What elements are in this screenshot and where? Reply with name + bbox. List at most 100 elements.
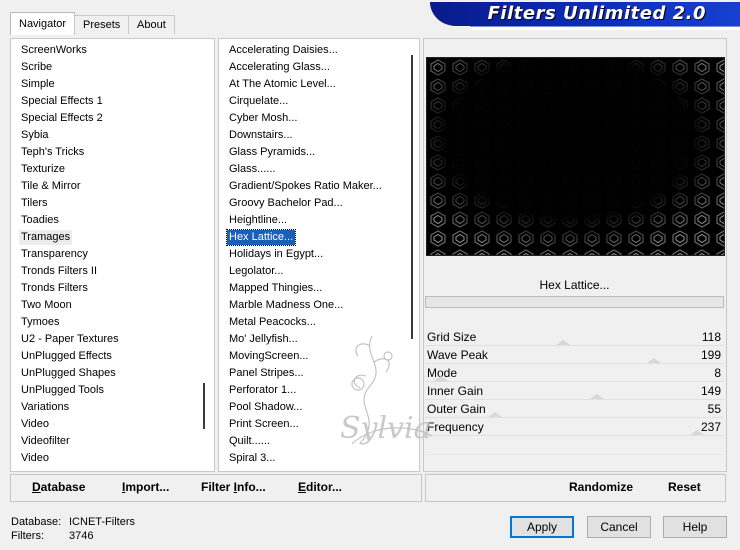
category-item[interactable]: Tile & Mirror bbox=[11, 178, 214, 195]
preview-image[interactable] bbox=[426, 57, 725, 256]
parameter-thumb[interactable] bbox=[556, 340, 570, 345]
category-item[interactable]: Variations bbox=[11, 399, 214, 416]
filter-item[interactable]: Legolator... bbox=[219, 263, 419, 280]
category-item-label: Special Effects 1 bbox=[21, 95, 103, 107]
category-list-panel: ScreenWorks Scribe Simple Special Effects 1… bbox=[10, 38, 215, 472]
category-item[interactable]: Tronds Filters bbox=[11, 280, 214, 297]
filter-item[interactable]: Print Screen... bbox=[219, 416, 419, 433]
tab-about[interactable]: About bbox=[128, 15, 175, 34]
category-item[interactable]: UnPlugged Effects bbox=[11, 348, 214, 365]
filter-item[interactable]: Glass...... bbox=[219, 161, 419, 178]
parameter-slider[interactable]: Outer Gain 55 bbox=[425, 400, 724, 418]
parameter-label: Grid Size bbox=[427, 330, 477, 344]
filter-scroll-thumb[interactable] bbox=[411, 55, 413, 339]
filter-item[interactable]: Mo' Jellyfish... bbox=[219, 331, 419, 348]
filter-item[interactable]: Cyber Mosh... bbox=[219, 110, 419, 127]
database-button[interactable]: Database bbox=[32, 480, 85, 494]
category-item[interactable]: ScreenWorks bbox=[11, 42, 214, 59]
apply-button[interactable]: Apply bbox=[510, 516, 574, 538]
parameter-slider[interactable]: Wave Peak 199 bbox=[425, 346, 724, 364]
category-item-label: Texturize bbox=[21, 163, 66, 175]
filter-item[interactable]: Holidays in Egypt... bbox=[219, 246, 419, 263]
filter-item[interactable]: Panel Stripes... bbox=[219, 365, 419, 382]
category-item[interactable]: Sybia bbox=[11, 127, 214, 144]
parameter-slider[interactable]: Frequency 237 bbox=[425, 418, 724, 436]
category-item-label: Tilers bbox=[21, 197, 48, 209]
category-item-label: Video bbox=[21, 418, 49, 430]
category-item[interactable]: Transparency bbox=[11, 246, 214, 263]
category-item[interactable]: Video bbox=[11, 450, 214, 467]
category-item[interactable]: UnPlugged Shapes bbox=[11, 365, 214, 382]
filter-item[interactable]: Cirquelate... bbox=[219, 93, 419, 110]
category-scroll-thumb[interactable] bbox=[203, 383, 205, 429]
filter-item-label: MovingScreen... bbox=[229, 350, 309, 362]
category-item[interactable]: Teph's Tricks bbox=[11, 144, 214, 161]
filter-item[interactable]: Accelerating Daisies... bbox=[219, 42, 419, 59]
filter-item-label: Marble Madness One... bbox=[229, 299, 344, 311]
randomize-button[interactable]: Randomize bbox=[569, 480, 633, 494]
filter-item[interactable]: Marble Madness One... bbox=[219, 297, 419, 314]
filter-item[interactable]: Downstairs... bbox=[219, 127, 419, 144]
parameter-track[interactable] bbox=[425, 435, 724, 436]
filter-item-label: At The Atomic Level... bbox=[229, 78, 336, 90]
category-item[interactable]: Tymoes bbox=[11, 314, 214, 331]
filter-list[interactable]: Accelerating Daisies... Accelerating Glas… bbox=[219, 42, 419, 467]
filter-item[interactable]: Gradient/Spokes Ratio Maker... bbox=[219, 178, 419, 195]
filter-item-label: Mapped Thingies... bbox=[229, 282, 323, 294]
category-item[interactable]: Simple bbox=[11, 76, 214, 93]
filter-info-button[interactable]: Filter Info... bbox=[201, 480, 266, 494]
category-item[interactable]: U2 - Paper Textures bbox=[11, 331, 214, 348]
category-item[interactable]: Special Effects 1 bbox=[11, 93, 214, 110]
banner-title: Filters Unlimited 2.0 bbox=[487, 3, 706, 24]
category-item[interactable]: Videofilter bbox=[11, 433, 214, 450]
filter-item[interactable]: Mapped Thingies... bbox=[219, 280, 419, 297]
preview-progress-bar bbox=[425, 296, 724, 308]
parameter-value: 118 bbox=[701, 330, 721, 344]
filter-item-label: Hex Lattice... bbox=[225, 229, 297, 246]
category-item[interactable]: UnPlugged Tools bbox=[11, 382, 214, 399]
tab-presets[interactable]: Presets bbox=[74, 15, 130, 34]
category-item[interactable]: Tramages bbox=[11, 229, 214, 246]
parameter-thumb[interactable] bbox=[488, 412, 502, 417]
filter-item[interactable]: Pool Shadow... bbox=[219, 399, 419, 416]
category-item[interactable]: Video bbox=[11, 416, 214, 433]
editor-button[interactable]: Editor... bbox=[298, 480, 342, 494]
category-item[interactable]: Tronds Filters II bbox=[11, 263, 214, 280]
title-banner: Filters Unlimited 2.0 bbox=[430, 2, 740, 26]
category-list[interactable]: ScreenWorks Scribe Simple Special Effects 1… bbox=[11, 42, 214, 467]
filter-item[interactable]: Glass Pyramids... bbox=[219, 144, 419, 161]
parameter-value: 199 bbox=[700, 348, 721, 362]
filter-item-label: Glass Pyramids... bbox=[229, 146, 316, 158]
filter-item[interactable]: Metal Peacocks... bbox=[219, 314, 419, 331]
parameter-slider[interactable]: Grid Size 118 bbox=[425, 328, 724, 346]
filter-item[interactable]: Heightline... bbox=[219, 212, 419, 229]
cancel-button[interactable]: Cancel bbox=[587, 516, 651, 538]
tab-navigator[interactable]: Navigator bbox=[10, 12, 76, 35]
category-item[interactable]: Special Effects 2 bbox=[11, 110, 214, 127]
parameter-thumb[interactable] bbox=[434, 376, 448, 381]
filter-item[interactable]: Perforator 1... bbox=[219, 382, 419, 399]
filter-item-label: Holidays in Egypt... bbox=[229, 248, 324, 260]
category-item[interactable]: Toadies bbox=[11, 212, 214, 229]
parameter-slider[interactable]: Inner Gain 149 bbox=[425, 382, 724, 400]
filter-item[interactable]: Quilt...... bbox=[219, 433, 419, 450]
parameter-thumb[interactable] bbox=[590, 394, 604, 399]
filter-scrollbar[interactable] bbox=[409, 39, 415, 471]
help-button[interactable]: Help bbox=[663, 516, 727, 538]
filter-item[interactable]: At The Atomic Level... bbox=[219, 76, 419, 93]
import-button[interactable]: Import... bbox=[122, 480, 169, 494]
filter-item[interactable]: Spiral 3... bbox=[219, 450, 419, 467]
category-item[interactable]: Scribe bbox=[11, 59, 214, 76]
filter-item[interactable]: MovingScreen... bbox=[219, 348, 419, 365]
category-item[interactable]: Tilers bbox=[11, 195, 214, 212]
parameter-thumb[interactable] bbox=[647, 358, 661, 363]
parameter-thumb[interactable] bbox=[690, 430, 704, 435]
filter-item[interactable]: Hex Lattice... bbox=[219, 229, 419, 246]
parameter-slider[interactable]: Mode 8 bbox=[425, 364, 724, 382]
category-item[interactable]: Texturize bbox=[11, 161, 214, 178]
reset-button[interactable]: Reset bbox=[668, 480, 701, 494]
category-scrollbar[interactable] bbox=[201, 39, 207, 471]
filter-item[interactable]: Groovy Bachelor Pad... bbox=[219, 195, 419, 212]
filter-item[interactable]: Accelerating Glass... bbox=[219, 59, 419, 76]
category-item[interactable]: Two Moon bbox=[11, 297, 214, 314]
